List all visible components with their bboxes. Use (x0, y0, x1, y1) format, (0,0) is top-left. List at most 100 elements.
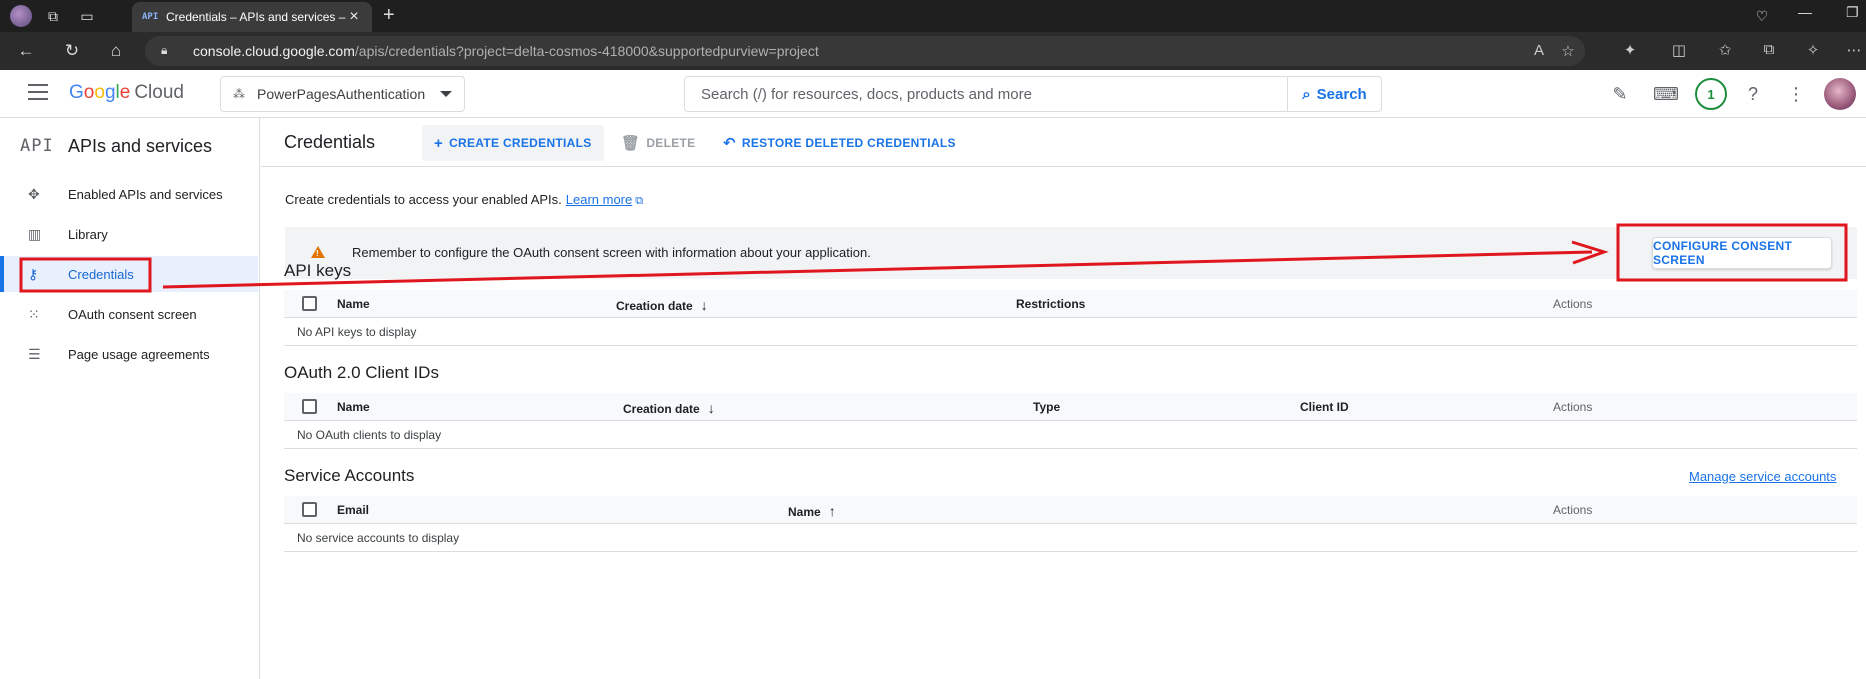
settings-list-icon: ☰ (28, 345, 41, 362)
library-icon: ▥ (28, 225, 42, 242)
cloud-shell-icon[interactable]: ⌨ (1653, 82, 1679, 106)
empty-row: No service accounts to display (284, 524, 1857, 552)
url-field[interactable]: 🔒︎ console.cloud.google.com/apis/credent… (145, 36, 1585, 66)
restore-window-icon[interactable]: ❐ (1846, 4, 1859, 21)
column-restrictions: Restrictions (1016, 297, 1086, 311)
notification-badge[interactable]: 1 (1695, 78, 1727, 110)
notes-icon[interactable]: ✎ (1608, 82, 1632, 106)
more-options-icon[interactable]: ⋮ (1784, 82, 1808, 106)
api-keys-table: Name Creation date ↓ Restrictions Actions… (284, 290, 1857, 346)
tab-actions-icon[interactable]: ▭ (77, 6, 97, 26)
undo-icon: ↶ (723, 135, 736, 152)
page-title: Credentials (284, 132, 376, 152)
collections-icon[interactable]: ⧉ (1758, 41, 1780, 58)
consent-warning-banner: ! Remember to configure the OAuth consen… (285, 227, 1857, 279)
trash-icon: 🗑︎ (621, 135, 641, 152)
gcp-header: GoogleCloud ⁂ PowerPagesAuthentication ⌕… (0, 70, 1866, 118)
external-link-icon: ⧉ (635, 195, 644, 207)
help-icon[interactable]: ? (1741, 82, 1765, 106)
sidebar-item-library[interactable]: ▥ Library (0, 216, 258, 252)
sidebar-item-oauth-consent[interactable]: ⁙ OAuth consent screen (0, 296, 258, 332)
browser-profile-avatar[interactable] (10, 5, 32, 27)
split-screen-icon[interactable]: ◫ (1668, 41, 1690, 59)
close-tab-icon[interactable]: × (346, 8, 362, 26)
sort-descending-icon: ↓ (700, 297, 708, 313)
column-name[interactable]: Name (337, 400, 370, 414)
main-menu-icon[interactable] (28, 84, 48, 100)
create-credentials-button[interactable]: + CREATE CREDENTIALS (422, 125, 604, 161)
copilot-icon[interactable]: ✧ (1802, 41, 1824, 59)
table-header: Name Creation date ↓ Type Client ID Actio… (284, 393, 1857, 421)
favorite-star-icon[interactable]: ☆ (1557, 42, 1579, 60)
select-all-checkbox[interactable] (302, 502, 317, 517)
favorites-icon[interactable]: ✩ (1714, 41, 1736, 59)
table-header: Email Name ↑ Actions (284, 496, 1857, 524)
configure-consent-screen-button[interactable]: CONFIGURE CONSENT SCREEN (1652, 237, 1832, 269)
banner-message: Remember to configure the OAuth consent … (352, 245, 871, 260)
select-all-checkbox[interactable] (302, 296, 317, 311)
column-type: Type (1033, 400, 1061, 414)
refresh-icon[interactable]: ↻ (61, 41, 83, 61)
select-all-checkbox[interactable] (302, 399, 317, 414)
search-bar: ⌕ Search (684, 76, 1382, 112)
service-accounts-title: Service Accounts (284, 466, 415, 485)
google-cloud-logo[interactable]: Google Cloud (69, 82, 184, 104)
learn-more-link[interactable]: Learn more (566, 192, 632, 207)
column-actions: Actions (1553, 297, 1593, 311)
sidebar-item-page-usage[interactable]: ☰ Page usage agreements (0, 336, 258, 372)
delete-button[interactable]: 🗑︎ DELETE (609, 125, 707, 161)
browser-tab-active[interactable]: API Credentials – APIs and services – × (132, 2, 372, 32)
column-actions: Actions (1553, 400, 1593, 414)
sidebar-item-credentials[interactable]: ⚷ Credentials (0, 256, 258, 292)
new-tab-icon[interactable]: + (383, 4, 395, 27)
plus-icon: + (434, 134, 444, 152)
key-icon: ⚷ (28, 265, 39, 282)
nav-title: APIs and services (68, 135, 213, 156)
main-content: Credentials + CREATE CREDENTIALS 🗑︎ DELETE… (261, 118, 1866, 679)
empty-row: No API keys to display (284, 318, 1857, 346)
back-icon[interactable]: ← (15, 41, 37, 61)
manage-service-accounts-link[interactable]: Manage service accounts (1689, 469, 1836, 484)
browser-address-bar: ← ↻ ⌂ 🔒︎ console.cloud.google.com/apis/c… (0, 32, 1866, 70)
minimize-icon[interactable]: — (1798, 4, 1812, 20)
project-icon: ⁂ (233, 87, 245, 101)
consent-icon: ⁙ (28, 305, 40, 322)
search-icon: ⌕ (1302, 85, 1311, 103)
left-nav: API APIs and services ✥ Enabled APIs and… (0, 118, 260, 679)
more-icon[interactable]: ⋯ (1843, 41, 1865, 59)
health-icon[interactable]: ♡ (1752, 6, 1772, 26)
search-button[interactable]: ⌕ Search (1287, 77, 1381, 111)
lock-icon: 🔒︎ (161, 43, 168, 57)
api-logo-icon: API (20, 136, 54, 156)
api-keys-title: API keys (284, 261, 352, 280)
home-icon[interactable]: ⌂ (105, 41, 127, 61)
column-actions: Actions (1553, 503, 1593, 517)
search-input[interactable] (685, 77, 1289, 111)
page-toolbar: Credentials + CREATE CREDENTIALS 🗑︎ DELETE… (261, 118, 1866, 167)
nav-header: API APIs and services (20, 132, 212, 160)
sort-ascending-icon: ↑ (828, 503, 836, 519)
column-name[interactable]: Name ↑ (788, 503, 836, 519)
read-aloud-icon[interactable]: A (1528, 42, 1550, 59)
browser-tab-bar: ⧉ ▭ API Credentials – APIs and services … (0, 0, 1866, 32)
project-name: PowerPagesAuthentication (257, 86, 426, 102)
column-client-id: Client ID (1300, 400, 1349, 414)
tab-title: Credentials – APIs and services – (166, 10, 346, 24)
intro-text: Create credentials to access your enable… (285, 192, 644, 207)
enabled-apis-icon: ✥ (28, 185, 40, 202)
restore-deleted-button[interactable]: ↶ RESTORE DELETED CREDENTIALS (711, 125, 968, 161)
service-accounts-table: Email Name ↑ Actions No service accounts … (284, 496, 1857, 552)
url-text: console.cloud.google.com/apis/credential… (193, 43, 819, 59)
column-email: Email (337, 503, 370, 517)
column-name[interactable]: Name (337, 297, 370, 311)
sort-descending-icon: ↓ (707, 400, 715, 416)
column-creation-date[interactable]: Creation date ↓ (616, 297, 708, 313)
column-creation-date[interactable]: Creation date ↓ (623, 400, 715, 416)
project-selector[interactable]: ⁂ PowerPagesAuthentication (220, 76, 465, 112)
account-avatar[interactable] (1824, 78, 1856, 110)
extensions-icon[interactable]: ✦ (1619, 41, 1641, 59)
sidebar-item-enabled-apis[interactable]: ✥ Enabled APIs and services (0, 176, 258, 212)
empty-row: No OAuth clients to display (284, 421, 1857, 449)
oauth-clients-title: OAuth 2.0 Client IDs (284, 363, 439, 382)
workspaces-icon[interactable]: ⧉ (43, 6, 63, 26)
